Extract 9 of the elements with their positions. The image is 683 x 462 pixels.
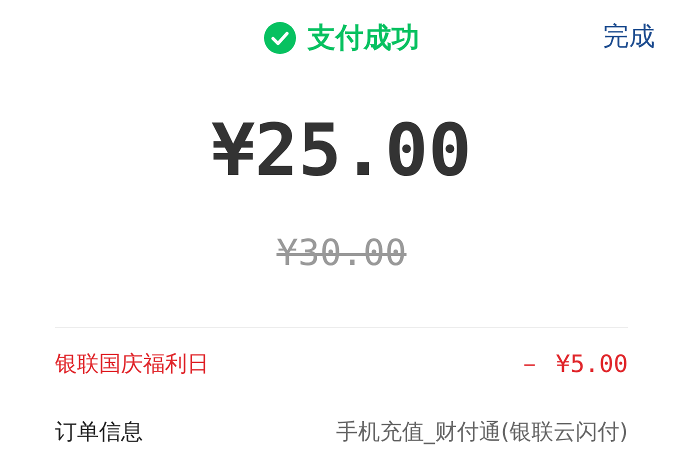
row-value: 手机充值_财付通(银联云闪付) <box>336 418 628 446</box>
row-label: 银联国庆福利日 <box>55 350 209 378</box>
row-label: 订单信息 <box>55 418 143 446</box>
row-value: － ¥5.00 <box>517 349 628 380</box>
done-button[interactable]: 完成 <box>603 18 655 57</box>
payment-amount: ¥25.00 <box>211 114 472 186</box>
payment-status-title: 支付成功 <box>308 20 420 56</box>
original-price: ¥30.00 <box>276 236 407 272</box>
check-circle-icon <box>264 22 296 54</box>
